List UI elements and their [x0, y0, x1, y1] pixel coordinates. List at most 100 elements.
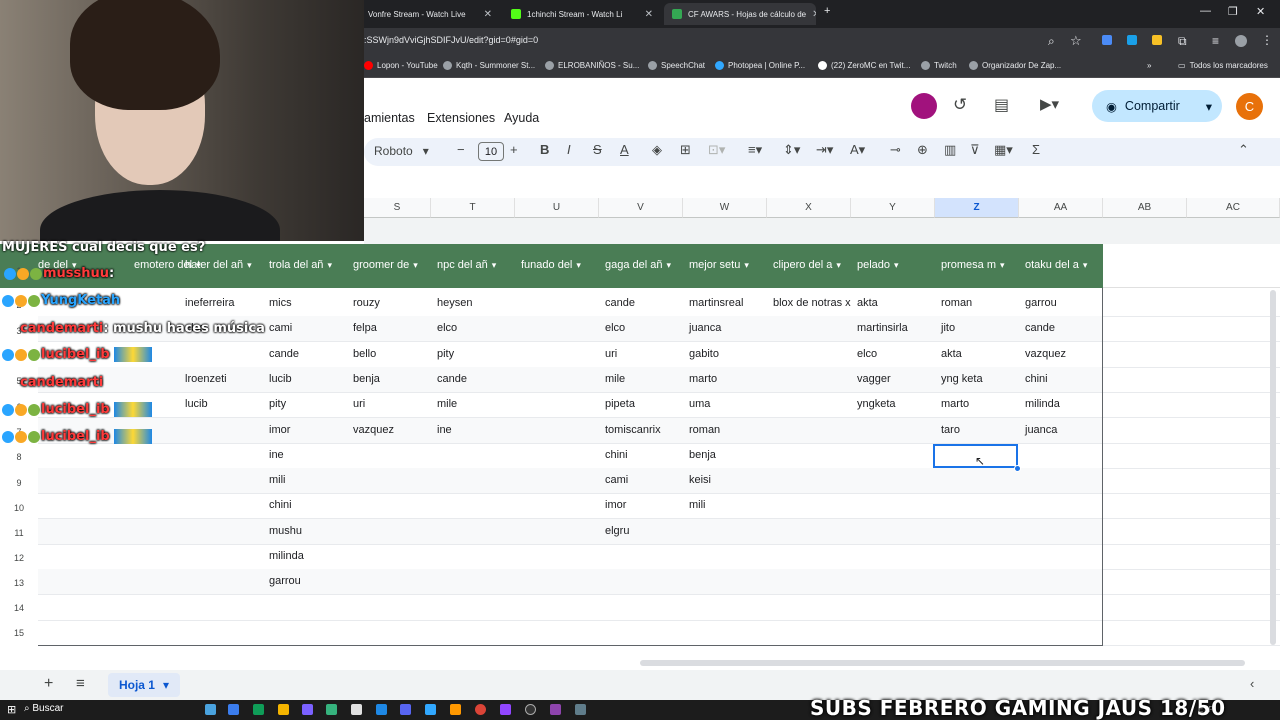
filter-dropdown-icon[interactable]: ▾ [667, 260, 672, 271]
column-header[interactable]: AA [1019, 198, 1103, 218]
text-wrap-icon[interactable]: ⇥▾ [816, 142, 833, 158]
collapse-toolbar-icon[interactable]: ⌃ [1238, 142, 1249, 158]
app-icon[interactable] [253, 704, 264, 715]
table-cell[interactable]: ine [437, 424, 452, 436]
table-cell[interactable]: marto [941, 398, 969, 410]
table-cell[interactable]: ineferreira [185, 297, 235, 309]
table-cell[interactable]: cami [605, 474, 628, 486]
menu-help[interactable]: Ayuda [504, 111, 539, 125]
text-color-icon[interactable]: A [620, 142, 629, 157]
bookmark-item[interactable]: SpeechChat [648, 61, 705, 70]
close-tab-icon[interactable]: ✕ [812, 9, 816, 20]
align-vertical-icon[interactable]: ⇕▾ [783, 142, 800, 158]
table-cell[interactable]: roman [689, 424, 720, 436]
row-number[interactable]: 11 [0, 528, 38, 538]
table-cell[interactable]: cande [437, 373, 467, 385]
filter-dropdown-icon[interactable]: ▾ [836, 260, 841, 271]
table-cell[interactable]: ine [269, 449, 284, 461]
table-cell[interactable]: pity [269, 398, 286, 410]
column-header[interactable]: AC [1187, 198, 1280, 218]
table-cell[interactable]: vazquez [1025, 348, 1066, 360]
table-cell[interactable]: garrou [269, 575, 301, 587]
new-tab-button[interactable]: + [824, 5, 830, 17]
app-icon[interactable] [450, 704, 461, 715]
header-cell[interactable]: pelado ▾ [857, 259, 935, 271]
add-sheet-icon[interactable]: + [44, 675, 53, 693]
column-header[interactable]: S [364, 198, 431, 218]
extension-icon[interactable] [1102, 35, 1112, 45]
header-cell[interactable]: clipero del a ▾ [773, 259, 851, 271]
increase-font-size-icon[interactable]: + [510, 142, 518, 157]
table-cell[interactable]: benja [689, 449, 716, 461]
table-cell[interactable]: elco [857, 348, 877, 360]
font-size-input[interactable]: 10 [478, 142, 504, 161]
bookmark-item[interactable]: Organizador De Zap... [969, 61, 1061, 70]
table-cell[interactable]: mili [269, 474, 286, 486]
header-cell[interactable]: hater del añ ▾ [185, 259, 263, 271]
browser-menu-icon[interactable]: ⋮ [1261, 33, 1273, 47]
table-cell[interactable]: martinsreal [689, 297, 743, 309]
table-cell[interactable]: jito [941, 322, 955, 334]
chevron-down-icon[interactable]: ▾ [1206, 99, 1212, 114]
row-number[interactable]: 9 [0, 478, 38, 488]
all-sheets-icon[interactable]: ≡ [76, 675, 85, 692]
extension-icon[interactable] [1152, 35, 1162, 45]
filter-dropdown-icon[interactable]: ▾ [492, 260, 497, 271]
table-cell[interactable]: blox de notras x [773, 297, 851, 309]
app-icon[interactable] [376, 704, 387, 715]
align-horizontal-icon[interactable]: ≡▾ [748, 142, 762, 158]
bookmark-item[interactable]: Twitch [921, 61, 957, 70]
table-cell[interactable]: elgru [605, 525, 629, 537]
table-cell[interactable]: benja [353, 373, 380, 385]
discord-icon[interactable] [400, 704, 411, 715]
table-cell[interactable]: pipeta [605, 398, 635, 410]
table-cell[interactable]: chini [269, 499, 292, 511]
history-icon[interactable]: ↺ [953, 95, 967, 115]
more-bookmarks-icon[interactable]: » [1147, 61, 1151, 70]
insert-comment-icon[interactable]: ⊕ [917, 142, 928, 158]
header-cell[interactable]: gaga del añ ▾ [605, 259, 683, 271]
table-cell[interactable]: cande [605, 297, 635, 309]
header-cell[interactable]: otaku del a ▾ [1025, 259, 1103, 271]
filter-dropdown-icon[interactable]: ▾ [247, 260, 252, 271]
table-cell[interactable]: chini [605, 449, 628, 461]
bookmark-item[interactable]: Kqth - Summoner St... [443, 61, 535, 70]
table-cell[interactable]: akta [941, 348, 962, 360]
vertical-scrollbar[interactable] [1270, 290, 1276, 645]
filter-views-icon[interactable]: ▦▾ [994, 142, 1013, 158]
merge-cells-icon[interactable]: ⊡▾ [708, 142, 725, 158]
column-header-selected[interactable]: Z [935, 198, 1019, 218]
table-cell[interactable]: lucib [269, 373, 292, 385]
app-icon[interactable] [425, 704, 436, 715]
table-cell[interactable]: mics [269, 297, 292, 309]
italic-icon[interactable]: I [567, 142, 571, 157]
table-cell[interactable]: mushu [269, 525, 302, 537]
insert-link-icon[interactable]: ⊸ [890, 142, 901, 158]
table-cell[interactable]: cami [269, 322, 292, 334]
fill-color-icon[interactable]: ◈ [652, 142, 662, 158]
close-window-icon[interactable]: ✕ [1256, 5, 1265, 18]
column-header[interactable]: Y [851, 198, 935, 218]
table-cell[interactable]: felpa [353, 322, 377, 334]
chrome-icon[interactable] [475, 704, 486, 715]
app-icon[interactable] [326, 704, 337, 715]
table-cell[interactable]: milinda [269, 550, 304, 562]
table-cell[interactable]: gabito [689, 348, 719, 360]
bookmark-item[interactable]: Lopon - YouTube [364, 61, 438, 70]
header-cell[interactable]: mejor setu ▾ [689, 259, 767, 271]
decrease-font-size-icon[interactable]: − [457, 142, 465, 157]
column-header[interactable]: AB [1103, 198, 1187, 218]
table-cell[interactable]: uri [353, 398, 365, 410]
table-cell[interactable]: martinsirla [857, 322, 908, 334]
zoom-icon[interactable]: ⌕ [1048, 34, 1055, 49]
all-bookmarks[interactable]: ▭ Todos los marcadores [1178, 61, 1268, 70]
table-cell[interactable]: elco [605, 322, 625, 334]
media-control-icon[interactable]: ≡ [1212, 34, 1219, 48]
bookmark-item[interactable]: ELROBANIÑOS - Su... [545, 61, 639, 70]
app-icon[interactable] [205, 704, 216, 715]
header-cell[interactable]: funado del ▾ [521, 259, 599, 271]
filter-icon[interactable]: ⊽ [970, 142, 980, 158]
browser-tab-active[interactable]: CF AWARS - Hojas de cálculo de ✕ [664, 3, 816, 25]
table-cell[interactable]: juanca [689, 322, 721, 334]
table-cell[interactable]: chini [1025, 373, 1048, 385]
